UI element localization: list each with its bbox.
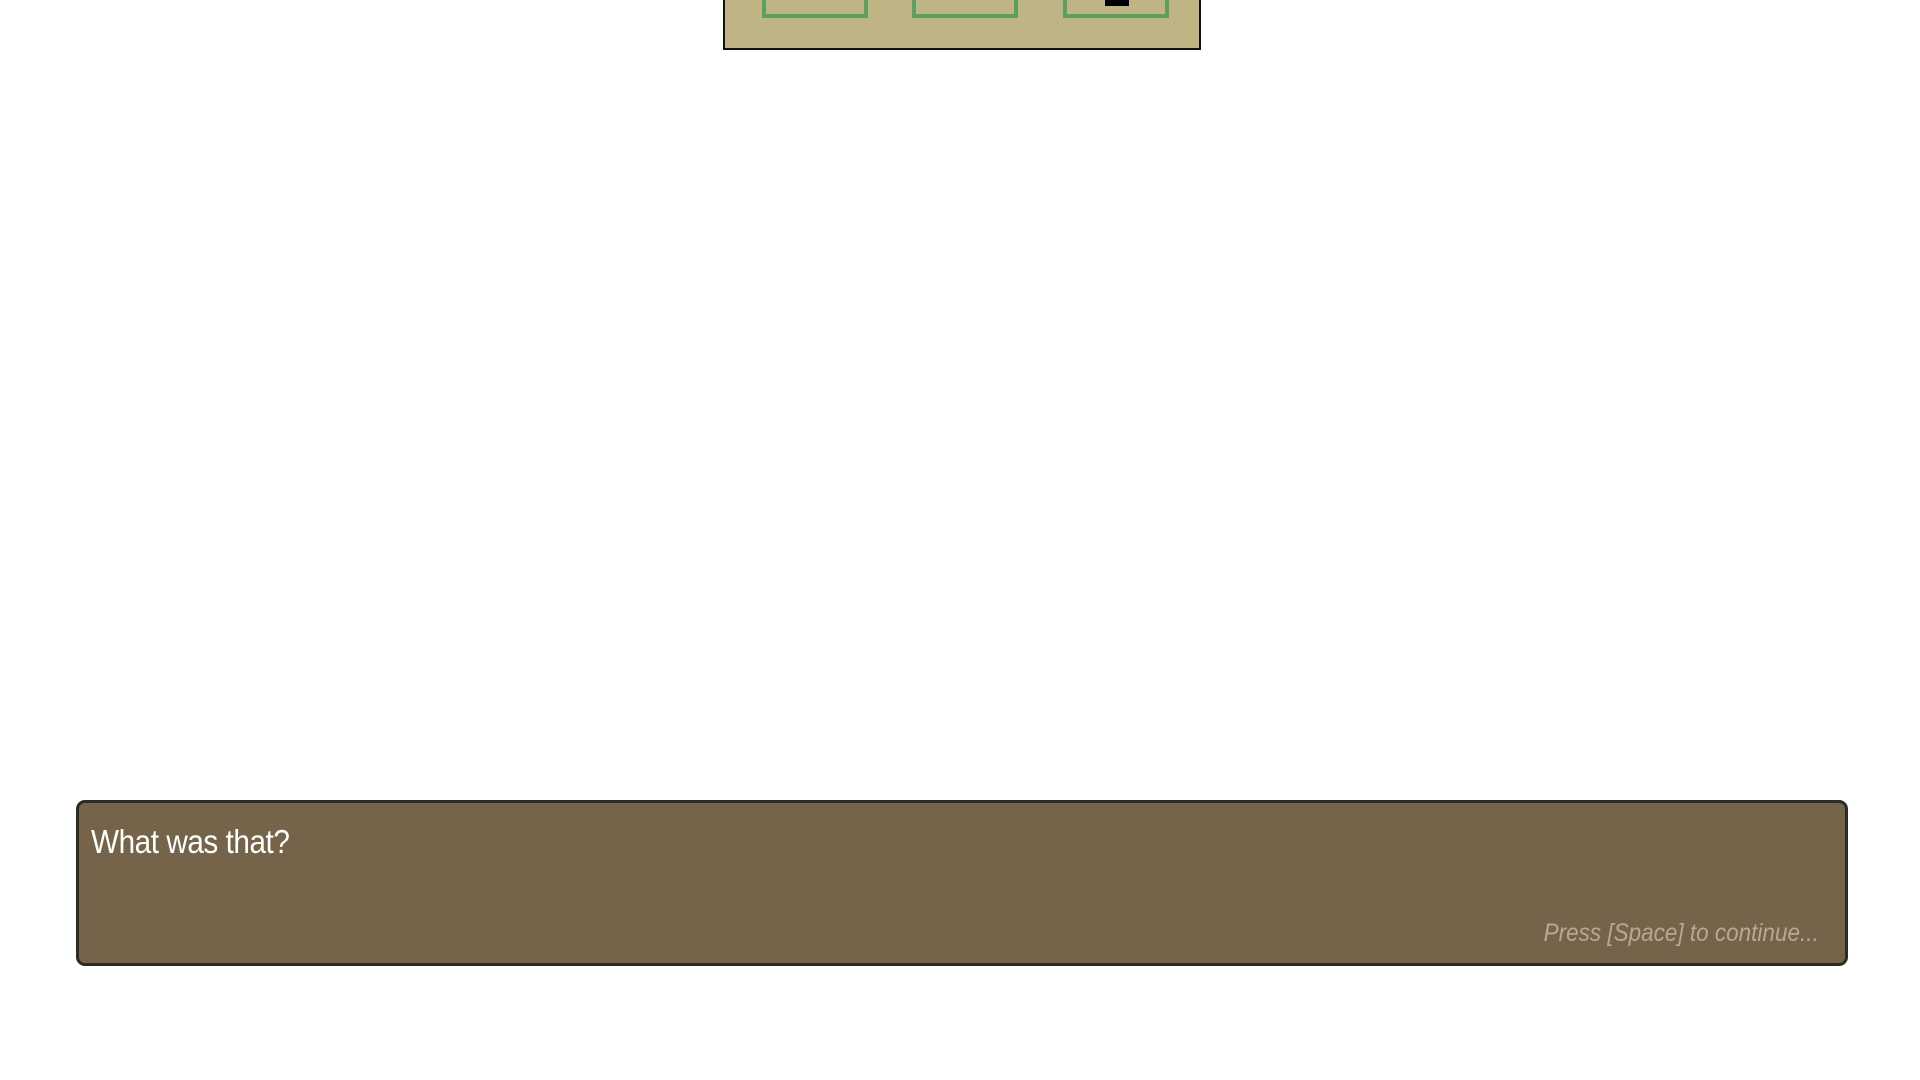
dialogue-text: What was that? bbox=[91, 823, 290, 860]
continue-hint: Press [Space] to continue... bbox=[1543, 919, 1819, 947]
dialogue-box[interactable]: What was that? Press [Space] to continue… bbox=[76, 800, 1848, 966]
floor-tile-left bbox=[762, 0, 868, 18]
floor-tile-middle bbox=[912, 0, 1018, 18]
floor-tile-right bbox=[1063, 0, 1169, 18]
player-sprite-icon bbox=[1105, 0, 1129, 6]
game-stage: What was that? Press [Space] to continue… bbox=[0, 0, 1920, 1080]
room-floor bbox=[723, 0, 1201, 50]
